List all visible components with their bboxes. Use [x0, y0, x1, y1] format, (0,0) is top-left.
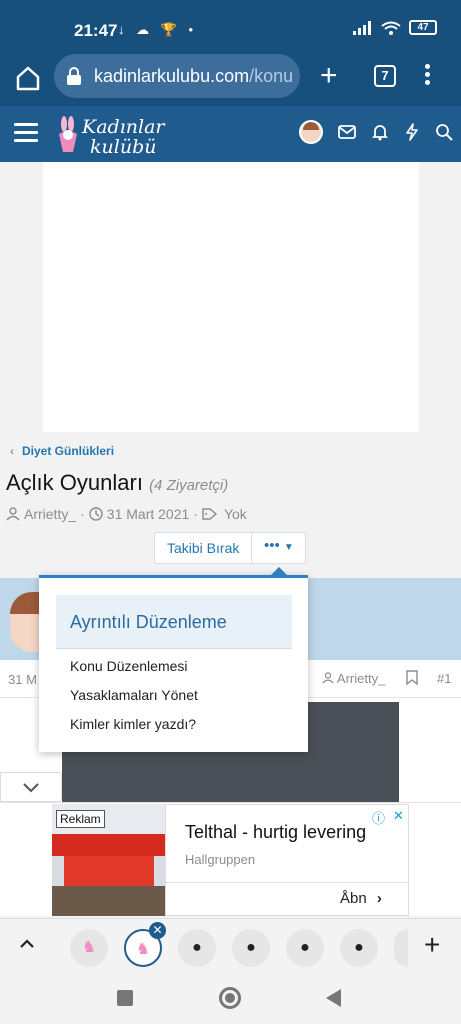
site-favicon-icon: ●	[192, 939, 202, 956]
site-favicon-icon: ●	[246, 939, 256, 956]
bell-icon[interactable]	[371, 123, 389, 141]
more-options-button[interactable]: ••• ▼	[252, 532, 307, 564]
ad-open-button[interactable]: Åbn ›	[340, 890, 382, 907]
post-author[interactable]: Arrietty_	[322, 671, 385, 686]
bunny-favicon-icon: ♞	[81, 939, 97, 956]
site-favicon-icon: ●	[300, 939, 310, 956]
menu-item-who-replied[interactable]: Kimler kimler yazdı?	[70, 716, 196, 732]
hamburger-menu-icon[interactable]	[14, 123, 38, 143]
tab-3[interactable]: ●	[178, 929, 216, 967]
clock-icon	[89, 507, 103, 521]
home-icon[interactable]	[14, 64, 42, 92]
menu-item-edit-thread[interactable]: Konu Düzenlemesi	[70, 658, 188, 674]
post-number[interactable]: #1	[437, 671, 451, 686]
bunny-favicon-icon: ♞	[135, 941, 151, 958]
visitor-count: (4 Ziyaretçi)	[149, 477, 229, 494]
ad-divider	[166, 882, 408, 883]
lock-icon	[67, 67, 81, 85]
thread-title: Açlık Oyunları	[6, 470, 143, 495]
clock: 21:47	[74, 21, 118, 40]
tab-strip: ♞ ♞ ✕ ● ● ● ● +	[0, 918, 461, 974]
logo-text-line1: Kadınlar	[82, 116, 165, 138]
lightning-icon[interactable]	[404, 123, 420, 141]
dropdown-caret	[271, 567, 287, 575]
notification-icons: ↓ ☁ 🏆 •	[118, 22, 198, 37]
tab-7-partial[interactable]	[394, 929, 408, 967]
breadcrumb[interactable]: ‹ Diyet Günlükleri	[10, 444, 114, 458]
thread-meta: Arrietty_ · 31 Mart 2021 · Yok	[6, 506, 247, 522]
bunny-logo-icon	[59, 116, 77, 152]
thread-date[interactable]: 31 Mart 2021	[107, 506, 190, 522]
battery-icon: 47	[409, 20, 437, 35]
thread-author[interactable]: Arrietty_	[24, 506, 76, 522]
signal-icon	[353, 20, 371, 35]
url-text: kadinlarkulubu.com/konu	[94, 66, 294, 86]
tab-5[interactable]: ●	[286, 929, 324, 967]
meta-separator: ·	[193, 506, 198, 522]
ad-label: Reklam	[56, 810, 105, 828]
ad-placeholder	[43, 162, 419, 432]
dropdown-header: Ayrıntılı Düzenleme	[56, 595, 292, 649]
thread-tools-dropdown: Ayrıntılı Düzenleme Konu Düzenlemesi Yas…	[39, 567, 308, 752]
post-date[interactable]: 31 M	[8, 672, 37, 687]
chevron-right-icon: ›	[376, 890, 382, 907]
scroll-down-button[interactable]	[0, 772, 62, 802]
close-tab-icon[interactable]: ✕	[149, 922, 166, 939]
tags-icon	[202, 508, 218, 520]
status-bar: 21:47 ↓ ☁ 🏆 • 47	[0, 0, 461, 50]
tab-6[interactable]: ●	[340, 929, 378, 967]
recents-icon[interactable]	[117, 990, 133, 1006]
new-tab-icon[interactable]: +	[320, 61, 338, 91]
ad-close-icon[interactable]: ✕	[393, 808, 404, 827]
more-dots: •••	[263, 537, 280, 554]
back-icon[interactable]	[326, 989, 341, 1007]
tab-kadinlar-1[interactable]: ♞	[70, 929, 108, 967]
bookmark-icon[interactable]	[406, 670, 418, 685]
ad-info-icon[interactable]: ⓘ	[372, 808, 385, 827]
home-nav-icon[interactable]	[219, 987, 241, 1009]
chevron-up-icon[interactable]	[18, 935, 36, 953]
site-logo[interactable]: Kadınlar kulübü	[56, 112, 176, 158]
thread-tags: Yok	[223, 506, 247, 522]
system-navigation-bar	[0, 974, 461, 1024]
meta-separator: ·	[80, 506, 85, 522]
ad-advertiser: Hallgruppen	[185, 852, 256, 867]
wifi-icon	[381, 21, 401, 35]
caret-down-icon: ▼	[283, 542, 294, 553]
url-bar[interactable]: kadinlarkulubu.com/konu	[54, 54, 300, 98]
page-title: Açlık Oyunları (4 Ziyaretçi)	[6, 470, 228, 496]
site-favicon-icon: ●	[354, 939, 364, 956]
logo-text-line2: kulübü	[90, 136, 157, 158]
browser-menu-icon[interactable]	[423, 64, 431, 90]
user-avatar[interactable]	[299, 120, 323, 144]
menu-item-manage-bans[interactable]: Yasaklamaları Yönet	[70, 687, 198, 703]
unfollow-button[interactable]: Takibi Bırak	[154, 532, 253, 564]
mail-icon[interactable]	[338, 125, 356, 139]
user-icon	[322, 672, 334, 684]
chevron-left-icon: ‹	[10, 444, 14, 458]
search-icon[interactable]	[435, 123, 453, 141]
chevron-down-icon	[23, 783, 39, 793]
tab-switcher-button[interactable]: 7	[374, 65, 396, 87]
breadcrumb-link[interactable]: Diyet Günlükleri	[22, 444, 114, 458]
browser-toolbar: kadinlarkulubu.com/konu + 7	[0, 50, 461, 106]
user-icon	[6, 507, 20, 521]
add-tab-icon[interactable]: +	[424, 929, 440, 961]
tab-4[interactable]: ●	[232, 929, 270, 967]
ad-title[interactable]: Telthal - hurtig levering	[185, 822, 366, 843]
site-header: Kadınlar kulübü	[0, 106, 461, 162]
